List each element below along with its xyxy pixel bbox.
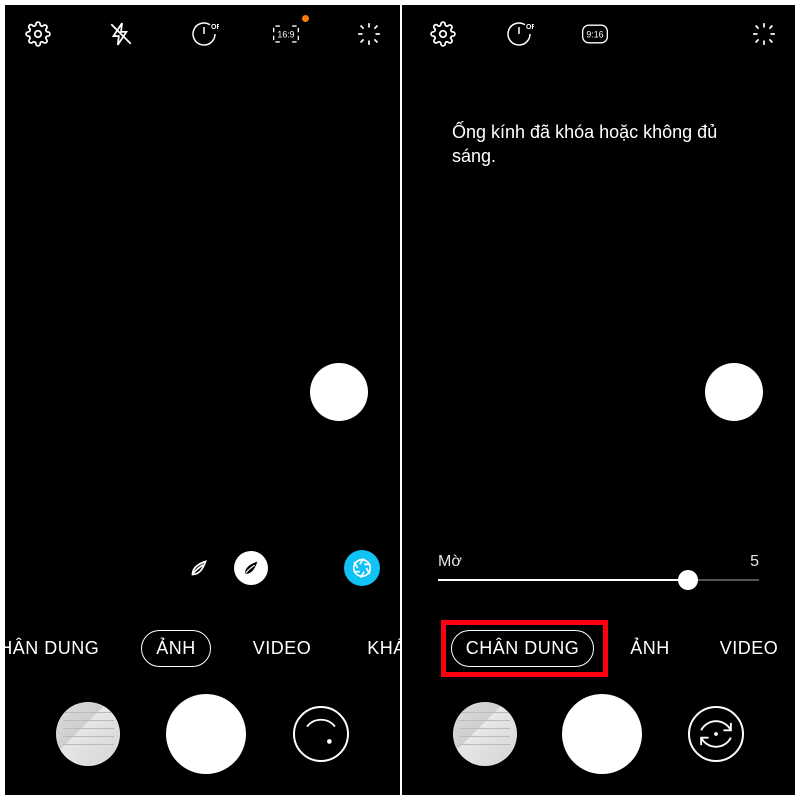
timer-off-icon[interactable]: OFF xyxy=(504,19,534,49)
switch-camera-button[interactable] xyxy=(293,706,349,762)
mode-tabs: CHÂN DUNG ẢNH VIDEO KHÁC xyxy=(5,630,400,667)
beauty-filled-icon[interactable] xyxy=(234,551,268,585)
slider-label-right: 5 xyxy=(750,553,759,571)
filters-aperture-icon[interactable] xyxy=(344,550,380,586)
lens-warning-text: Ống kính đã khóa hoặc không đủ sáng. xyxy=(452,120,755,169)
camera-screen-left: OFF 16:9 xyxy=(5,5,400,795)
slider-track[interactable] xyxy=(438,579,759,581)
mode-portrait[interactable]: CHÂN DUNG xyxy=(0,631,113,666)
settings-icon[interactable] xyxy=(428,19,458,49)
top-toolbar: OFF 16:9 xyxy=(5,5,400,63)
slider-label-left: Mờ xyxy=(438,553,462,571)
aspect-ratio-icon[interactable]: 9:16 xyxy=(580,19,610,49)
slider-thumb[interactable] xyxy=(678,570,698,590)
svg-text:9:16: 9:16 xyxy=(586,30,603,40)
floating-shutter-button[interactable] xyxy=(705,363,763,421)
top-toolbar: OFF 9:16 xyxy=(402,5,795,63)
aspect-ratio-icon[interactable]: 16:9 xyxy=(271,19,301,49)
ratio-indicator-dot xyxy=(302,15,309,22)
svg-text:OFF: OFF xyxy=(526,24,534,31)
mode-video[interactable]: VIDEO xyxy=(239,631,326,666)
shutter-button[interactable] xyxy=(166,694,246,774)
slider-fill xyxy=(438,579,688,581)
sparkle-icon[interactable] xyxy=(354,19,384,49)
timer-off-icon[interactable]: OFF xyxy=(189,19,219,49)
shutter-button[interactable] xyxy=(562,694,642,774)
settings-icon[interactable] xyxy=(23,19,53,49)
beauty-tools-row xyxy=(5,550,400,600)
sparkle-icon[interactable] xyxy=(749,19,779,49)
mode-photo[interactable]: ẢNH xyxy=(616,631,684,666)
mode-video[interactable]: VIDEO xyxy=(706,631,793,666)
mode-tabs: CHÂN DUNG ẢNH VIDEO xyxy=(402,630,795,667)
bottom-controls xyxy=(402,689,795,779)
bottom-controls xyxy=(5,689,400,779)
svg-text:16:9: 16:9 xyxy=(278,30,295,40)
mode-photo[interactable]: ẢNH xyxy=(141,630,211,667)
blur-slider[interactable]: Mờ 5 xyxy=(438,553,759,581)
floating-shutter-button[interactable] xyxy=(310,363,368,421)
flash-off-icon[interactable] xyxy=(106,19,136,49)
camera-screen-right: OFF 9:16 Ống kính đã khóa hoặc không đủ … xyxy=(400,5,795,795)
viewfinder[interactable] xyxy=(5,60,400,600)
gallery-thumbnail-button[interactable] xyxy=(56,702,120,766)
beauty-outline-icon[interactable] xyxy=(182,551,216,585)
svg-text:OFF: OFF xyxy=(211,24,219,31)
gallery-thumbnail-button[interactable] xyxy=(453,702,517,766)
mode-portrait[interactable]: CHÂN DUNG xyxy=(451,630,595,667)
switch-camera-button[interactable] xyxy=(688,706,744,762)
